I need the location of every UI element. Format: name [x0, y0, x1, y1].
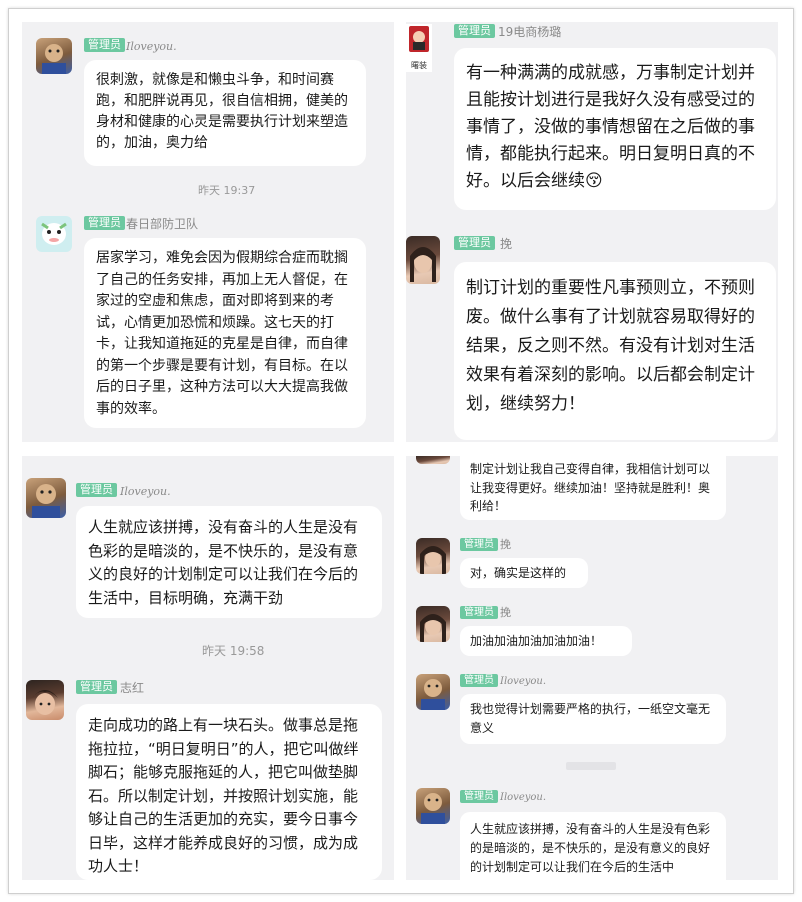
chat-panel-1: 管理员 Iloveyou. 很刺激，就像是和懒虫斗争，和时间赛跑，和肥胖说再见，…	[22, 22, 394, 442]
avatar[interactable]	[416, 456, 450, 464]
message-text: 制订计划的重要性凡事预则立，不预则废。做什么事有了计划就容易取得好的结果，反之则…	[466, 278, 755, 414]
user-name[interactable]: 春日部防卫队	[126, 217, 198, 231]
message-text: 制定计划让我自己变得自律，我相信计划可以让我变得更好。继续加油！坚持就是胜利！奥…	[470, 462, 711, 513]
chat-panel-3: 管理员 Iloveyou. 人生就应该拼搏，没有奋斗的人生是没有色彩的是暗淡的，…	[22, 456, 394, 880]
avatar-label: 曙装	[411, 61, 427, 70]
user-name[interactable]: 挽	[500, 538, 511, 552]
admin-badge: 管理员	[76, 680, 117, 694]
message-text: 走向成功的路上有一块石头。做事总是拖拖拉拉，“明日复明日”的人，把它叫做绊脚石；…	[88, 716, 359, 875]
message-bubble[interactable]: 制定计划让我自己变得自律，我相信计划可以让我变得更好。继续加油！坚持就是胜利！奥…	[460, 456, 726, 520]
admin-badge: 管理员	[454, 24, 495, 38]
message-bubble[interactable]: 居家学习，难免会因为假期综合症而耽搁了自己的任务安排，再加上无人督促，在家过的空…	[84, 238, 366, 428]
message-text: 人生就应该拼搏，没有奋斗的人生是没有色彩的是暗淡的，是不快乐的，是没有意义的良好…	[470, 822, 711, 874]
timestamp: 昨天 19:58	[202, 644, 265, 658]
avatar[interactable]	[26, 478, 66, 518]
message-bubble[interactable]: 有一种满满的成就感，万事制定计划并且能按计划进行是我好久没有感受过的事情了，没做…	[454, 48, 776, 210]
user-name[interactable]: 志红	[120, 681, 144, 695]
avatar[interactable]	[26, 680, 64, 720]
avatar[interactable]: 曙装	[406, 24, 432, 72]
user-name[interactable]: 挽	[500, 237, 512, 251]
message-text: 有一种满满的成就感，万事制定计划并且能按计划进行是我好久没有感受过的事情了，没做…	[466, 63, 755, 191]
message-text: 人生就应该拼搏，没有奋斗的人生是没有色彩的是暗淡的，是不快乐的，是没有意义的良好…	[88, 518, 359, 607]
admin-badge: 管理员	[76, 483, 117, 497]
message-bubble[interactable]: 制订计划的重要性凡事预则立，不预则废。做什么事有了计划就容易取得好的结果，反之则…	[454, 262, 776, 440]
message-bubble[interactable]: 走向成功的路上有一块石头。做事总是拖拖拉拉，“明日复明日”的人，把它叫做绊脚石；…	[76, 704, 382, 880]
admin-badge: 管理员	[454, 236, 495, 250]
message-bubble[interactable]: 很刺激，就像是和懒虫斗争，和时间赛跑，和肥胖说再见，很自信相拥，健美的身材和健康…	[84, 60, 366, 166]
admin-badge: 管理员	[460, 674, 498, 687]
message-bubble[interactable]: 对，确实是这样的	[460, 558, 588, 588]
admin-badge: 管理员	[460, 606, 498, 619]
avatar[interactable]	[406, 236, 440, 284]
message-text: 加油加油加油加油加油！	[470, 634, 603, 648]
smile-emoji-icon: 😚	[585, 171, 603, 191]
message-bubble[interactable]: 加油加油加油加油加油！	[460, 626, 632, 656]
blurred-strip	[566, 762, 616, 770]
avatar[interactable]	[416, 538, 450, 574]
avatar[interactable]	[36, 38, 72, 74]
message-text: 居家学习，难免会因为假期综合症而耽搁了自己的任务安排，再加上无人督促，在家过的空…	[96, 250, 348, 417]
user-name[interactable]: Iloveyou.	[500, 791, 546, 805]
message-text: 我也觉得计划需要严格的执行，一纸空文毫无意义	[470, 702, 711, 735]
avatar[interactable]	[36, 216, 72, 252]
admin-badge: 管理员	[84, 38, 125, 52]
chat-panel-4: 制定计划让我自己变得自律，我相信计划可以让我变得更好。继续加油！坚持就是胜利！奥…	[406, 456, 778, 880]
avatar[interactable]	[416, 788, 450, 824]
user-name[interactable]: 19电商杨璐	[498, 25, 561, 39]
avatar[interactable]	[416, 674, 450, 710]
user-name[interactable]: Iloveyou.	[500, 675, 546, 689]
message-text: 对，确实是这样的	[470, 566, 567, 580]
admin-badge: 管理员	[460, 790, 498, 803]
user-name[interactable]: Iloveyou.	[120, 485, 171, 499]
message-bubble[interactable]: 我也觉得计划需要严格的执行，一纸空文毫无意义	[460, 694, 726, 744]
chat-panel-2: 曙装 管理员 19电商杨璐 有一种满满的成就感，万事制定计划并且能按计划进行是我…	[406, 22, 778, 442]
avatar[interactable]	[416, 606, 450, 642]
user-name[interactable]: 挽	[500, 606, 511, 620]
message-bubble[interactable]: 人生就应该拼搏，没有奋斗的人生是没有色彩的是暗淡的，是不快乐的，是没有意义的良好…	[460, 812, 726, 880]
timestamp: 昨天 19:37	[198, 184, 256, 197]
admin-badge: 管理员	[460, 538, 498, 551]
message-bubble[interactable]: 人生就应该拼搏，没有奋斗的人生是没有色彩的是暗淡的，是不快乐的，是没有意义的良好…	[76, 506, 382, 618]
user-name[interactable]: Iloveyou.	[126, 40, 177, 54]
admin-badge: 管理员	[84, 216, 125, 230]
message-text: 很刺激，就像是和懒虫斗争，和时间赛跑，和肥胖说再见，很自信相拥，健美的身材和健康…	[96, 72, 348, 151]
